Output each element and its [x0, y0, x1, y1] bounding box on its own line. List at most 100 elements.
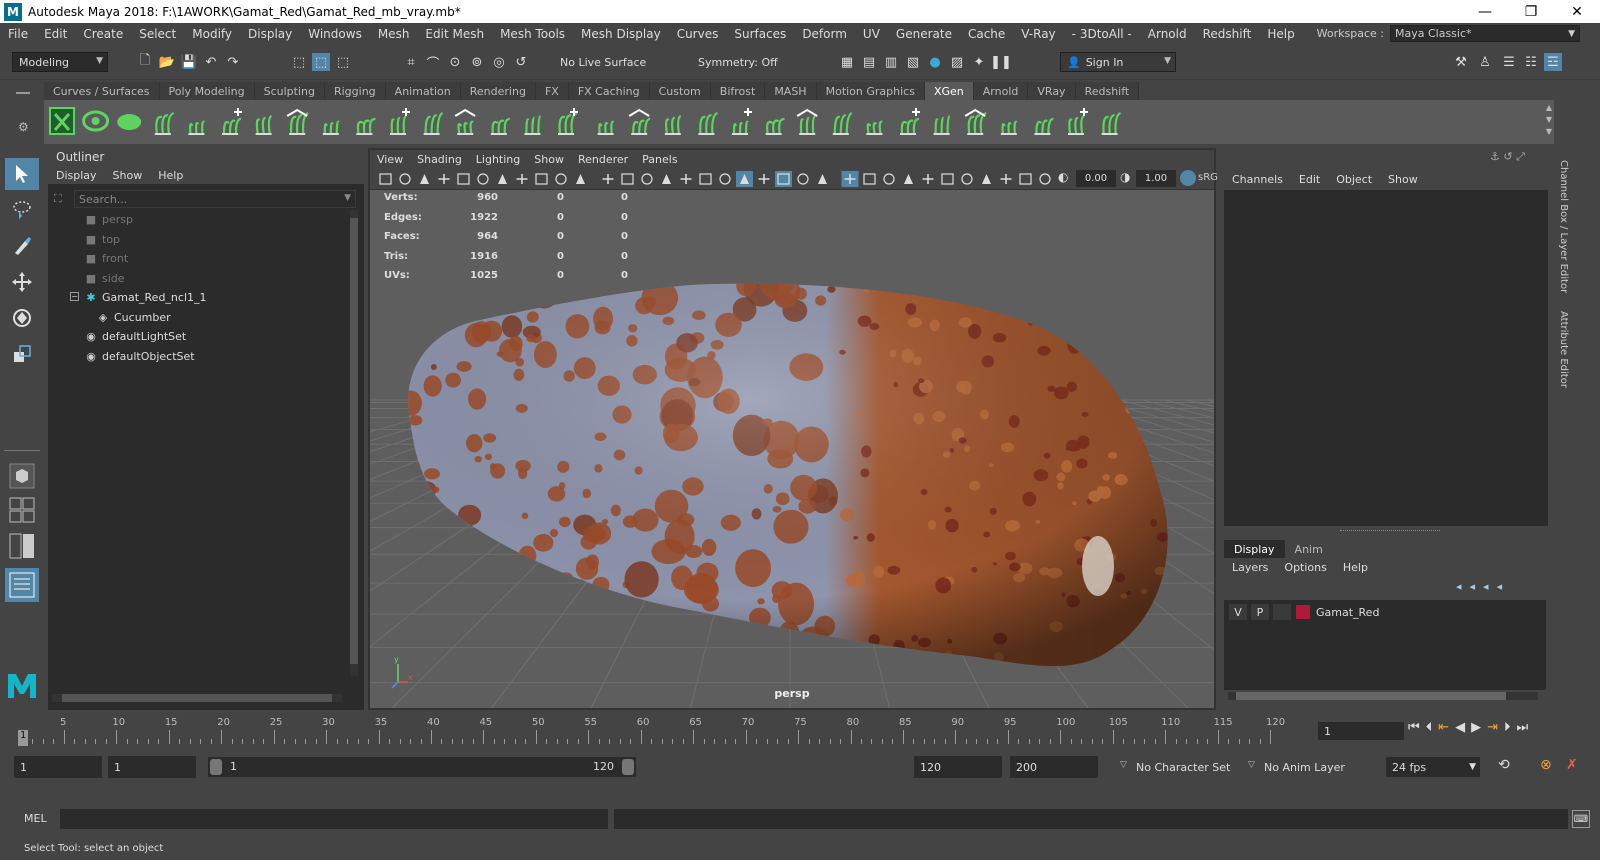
play-forwards-icon[interactable]: ▶ [1471, 720, 1481, 735]
layer-color-swatch[interactable] [1296, 605, 1310, 619]
shelf-tab-mash[interactable]: MASH [765, 82, 817, 100]
select-tool-icon[interactable] [5, 158, 39, 190]
xgen-shelf-tool-icon[interactable] [933, 115, 951, 135]
menu-display[interactable]: Display [240, 27, 300, 41]
shelf-tab-xgen[interactable]: XGen [924, 82, 974, 100]
xgen-shelf-tool-icon[interactable] [558, 108, 578, 135]
viewport-tool-icon[interactable] [961, 173, 973, 185]
menu-edit[interactable]: Edit [36, 27, 75, 41]
viewport-panel[interactable]: View Shading Lighting Show Renderer Pane… [368, 148, 1218, 710]
scene-end-field[interactable]: 200 [1010, 756, 1098, 778]
workspace-dropdown[interactable]: Maya Classic* ▼ [1390, 25, 1580, 42]
xgen-shelf-tool-icon[interactable] [356, 117, 376, 135]
layer-menu-help[interactable]: Help [1335, 561, 1376, 574]
viewport-menu-shading[interactable]: Shading [410, 153, 469, 166]
outliner-item[interactable]: ■ persp [48, 210, 348, 229]
menu-select[interactable]: Select [131, 27, 184, 41]
layer-menu-layers[interactable]: Layers [1224, 561, 1276, 574]
shelf-tab-curves-surfaces[interactable]: Curves / Surfaces [44, 82, 160, 100]
open-scene-icon[interactable]: 📂 [158, 53, 176, 71]
cb-menu-object[interactable]: Object [1328, 173, 1380, 186]
channel-box-icon[interactable]: ☲ [1544, 53, 1562, 71]
menu-redshift[interactable]: Redshift [1195, 27, 1260, 41]
menu-mesh-tools[interactable]: Mesh Tools [492, 27, 573, 41]
shelf-tab-sculpting[interactable]: Sculpting [254, 82, 325, 100]
viewport-tool-icon[interactable] [420, 174, 429, 184]
outliner-search-input[interactable]: Search... ▼ [74, 190, 356, 208]
xgen-shelf-tool-icon[interactable] [423, 112, 444, 135]
chevron-down-icon[interactable]: ▽ [1120, 760, 1127, 770]
splitter-handle[interactable] [1340, 530, 1440, 533]
layer-tab-anim[interactable]: Anim [1285, 540, 1333, 558]
menu-vray[interactable]: V-Ray [1013, 27, 1063, 41]
outliner-item[interactable]: ◈ Cucumber [48, 308, 348, 327]
select-component-icon[interactable]: ⬚ [334, 53, 352, 71]
viewport-tool-icon[interactable] [1000, 174, 1012, 184]
xgen-shelf-tool-icon[interactable] [117, 114, 142, 130]
gamma-icon[interactable]: ◑ [1120, 170, 1136, 186]
viewport-tool-icon[interactable] [498, 174, 507, 184]
time-slider[interactable]: 1 5 10 15 20 25 30 35 40 45 50 55 60 65 70 75 80 85 90 95 1… [0, 714, 1600, 750]
viewport-tool-icon[interactable] [516, 174, 528, 184]
layer-visibility-toggle[interactable]: V [1228, 603, 1248, 621]
viewport-tool-icon[interactable] [438, 174, 450, 184]
scene-start-field[interactable]: 1 [14, 756, 102, 778]
outliner-layout-icon[interactable] [5, 568, 39, 602]
script-language-label[interactable]: MEL [24, 812, 47, 825]
shelf-tab-bifrost[interactable]: Bifrost [710, 82, 766, 100]
lasso-tool-icon[interactable] [5, 194, 39, 226]
viewport-menu-panels[interactable]: Panels [635, 153, 684, 166]
four-view-layout-icon[interactable] [5, 494, 39, 526]
viewport-tool-icon[interactable] [602, 174, 614, 184]
xgen-shelf-tool-icon[interactable] [698, 111, 718, 135]
ipr-render-icon[interactable]: ▥ [882, 53, 900, 71]
layer-playback-toggle[interactable]: P [1250, 603, 1270, 621]
viewport-tool-icon[interactable] [1019, 173, 1032, 185]
menu-arnold[interactable]: Arnold [1140, 27, 1195, 41]
shelf-tab-redshift[interactable]: Redshift [1075, 82, 1140, 100]
menu-uv[interactable]: UV [855, 27, 888, 41]
xgen-shelf-tool-icon[interactable] [1000, 120, 1018, 135]
snap-grid-icon[interactable]: ⌗ [402, 53, 420, 71]
layer-row[interactable]: V P Gamat_Red [1228, 602, 1544, 622]
viewport-tool-icon[interactable] [555, 173, 567, 185]
viewport-tool-icon[interactable] [841, 171, 859, 187]
render-frame-icon[interactable]: ▤ [860, 53, 878, 71]
menu-generate[interactable]: Generate [888, 27, 960, 41]
gear-icon[interactable]: ⚙ [18, 120, 29, 134]
shelf-tab-motion-graphics[interactable]: Motion Graphics [816, 82, 925, 100]
xgen-shelf-tool-icon[interactable] [732, 108, 752, 135]
attribute-editor-icon[interactable]: ☰ [1500, 53, 1518, 71]
xgen-shelf-tool-icon[interactable] [664, 114, 682, 135]
viewport-tool-icon[interactable] [797, 173, 809, 185]
auto-key-icon[interactable]: ⊗ [1540, 757, 1552, 773]
filter-icon[interactable]: ⛶ [54, 192, 62, 206]
xgen-shelf-tool-icon[interactable] [597, 120, 615, 135]
anim-layer-dropdown[interactable]: No Anim Layer [1264, 756, 1364, 778]
redo-icon[interactable]: ↷ [224, 53, 242, 71]
menu-set-dropdown[interactable]: Modeling ▼ [12, 52, 108, 72]
human-ik-icon[interactable]: ♙ [1476, 53, 1494, 71]
layer-hscrollbar[interactable] [1228, 692, 1538, 700]
viewport-tool-icon[interactable] [477, 173, 489, 185]
tab-attribute-editor[interactable]: Attribute Editor [1558, 311, 1569, 388]
snap-surface-icon[interactable]: ◎ [490, 53, 508, 71]
xgen-shelf-tool-icon[interactable] [524, 115, 542, 135]
xgen-shelf-tool-icon[interactable] [900, 108, 920, 135]
shelf-tab-fx-caching[interactable]: FX Caching [568, 82, 650, 100]
outliner-item[interactable]: ■ side [48, 269, 348, 288]
layer-display-type[interactable] [1272, 603, 1292, 621]
go-to-start-icon[interactable]: ⏮ [1408, 720, 1420, 735]
playback-start-field[interactable]: 1 [108, 756, 196, 778]
menu-mesh-display[interactable]: Mesh Display [573, 27, 669, 41]
hypershade-icon[interactable]: ● [926, 53, 944, 71]
viewport-tool-icon[interactable] [775, 171, 792, 187]
exposure-field[interactable]: 0.00 [1076, 170, 1116, 187]
viewport-tool-icon[interactable] [904, 174, 913, 184]
tool-settings-icon[interactable]: ☷ [1522, 53, 1540, 71]
fps-dropdown[interactable]: 24 fps ▼ [1386, 757, 1480, 777]
xgen-shelf-tool-icon[interactable] [832, 112, 853, 135]
viewport-tool-icon[interactable] [641, 173, 653, 185]
viewport-tool-icon[interactable] [758, 174, 770, 184]
outliner-item[interactable]: ■ front [48, 249, 348, 268]
